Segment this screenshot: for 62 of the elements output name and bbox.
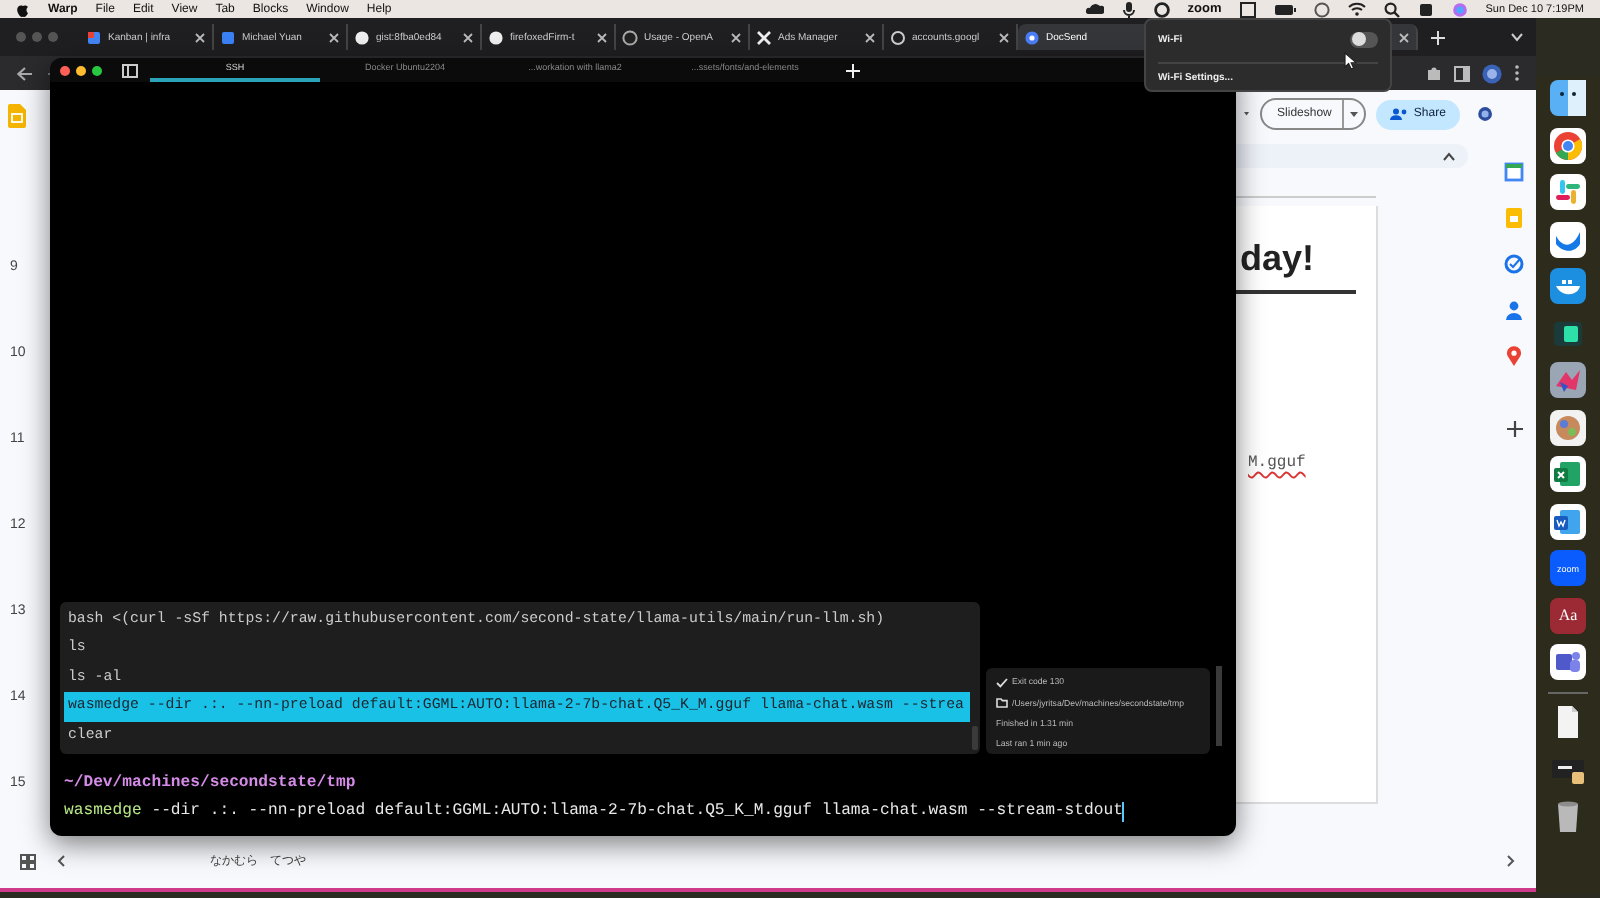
favicon-icon <box>622 29 638 45</box>
favicon-icon <box>354 29 370 45</box>
wifi-toggle[interactable] <box>1350 31 1378 47</box>
sidebar-toggle-icon[interactable] <box>122 63 138 77</box>
check-circle-icon[interactable] <box>1504 254 1524 274</box>
people-icon <box>1389 108 1408 120</box>
grid-view-icon[interactable] <box>20 853 36 869</box>
command-input[interactable]: wasmedge --dir .:. --nn-preload default:GGML:AUTO:llama-2-7b-chat.Q5_K_M.gguf llama-chat.wasm --stream-stdout <box>64 798 1222 826</box>
close-icon[interactable] <box>998 31 1010 43</box>
slides-logo-icon <box>8 104 26 128</box>
apple-icon <box>16 1 30 17</box>
favicon-icon <box>1024 29 1040 45</box>
calendar-icon[interactable] <box>1504 162 1524 182</box>
close-icon[interactable] <box>1398 31 1410 43</box>
dock-app-icon[interactable] <box>1550 503 1586 539</box>
dock-app-icon[interactable] <box>1550 644 1586 680</box>
close-icon[interactable] <box>462 31 474 43</box>
person-icon[interactable] <box>1504 300 1524 320</box>
plus-icon[interactable] <box>1505 420 1523 438</box>
close-icon[interactable] <box>194 31 206 43</box>
back-arrow-icon[interactable] <box>16 65 34 81</box>
favicon-icon <box>756 29 772 45</box>
folder-icon <box>996 698 1008 708</box>
wifi-icon[interactable] <box>1347 2 1366 16</box>
collapse-chevron-icon[interactable] <box>1442 151 1456 161</box>
slide-code-text: M.gguf <box>1246 454 1308 472</box>
dock-app-icon[interactable] <box>1550 268 1586 304</box>
chevron-down-icon[interactable] <box>1510 32 1524 42</box>
circle-icon[interactable] <box>1153 1 1170 17</box>
favicon-icon <box>220 29 236 45</box>
search-icon[interactable] <box>1383 1 1400 17</box>
new-tab-plus-icon[interactable] <box>846 63 860 77</box>
microphone-icon[interactable] <box>1121 1 1136 17</box>
dock-app-icon[interactable] <box>1550 174 1586 210</box>
profile-avatar-icon[interactable] <box>1482 63 1502 83</box>
close-icon[interactable] <box>864 31 876 43</box>
chevron-left-icon[interactable] <box>56 854 66 868</box>
working-directory-text: ~/Dev/machines/secondstate/tmp <box>64 772 358 796</box>
chevron-right-icon[interactable] <box>1506 854 1516 868</box>
dock-app-icon[interactable]: Aa <box>1550 597 1586 633</box>
dock-divider <box>1548 691 1588 693</box>
dock-app-icon[interactable] <box>1550 456 1586 492</box>
dock-app-icon[interactable] <box>1550 127 1586 163</box>
close-icon[interactable] <box>328 31 340 43</box>
favicon-icon <box>86 29 102 45</box>
close-icon[interactable] <box>730 31 742 43</box>
dock-app-icon[interactable] <box>1550 80 1586 116</box>
battery-icon[interactable] <box>1273 3 1296 15</box>
cloud-icon[interactable] <box>1085 2 1104 16</box>
favicon-icon <box>890 29 906 45</box>
more-options-icon[interactable] <box>1514 64 1520 82</box>
dropdown-caret-icon[interactable] <box>1244 110 1250 118</box>
checkmark-icon <box>996 677 1008 687</box>
side-panel-icon[interactable] <box>1454 65 1470 81</box>
dock-app-icon[interactable] <box>1550 362 1586 398</box>
dock-app-icon[interactable] <box>1550 221 1586 257</box>
map-pin-icon[interactable] <box>1504 346 1524 366</box>
mouse-pointer-icon <box>1344 52 1358 70</box>
dock-app-icon[interactable] <box>1550 409 1586 445</box>
close-icon[interactable] <box>596 31 608 43</box>
favicon-icon <box>488 29 504 45</box>
scrollbar[interactable] <box>1216 666 1222 746</box>
